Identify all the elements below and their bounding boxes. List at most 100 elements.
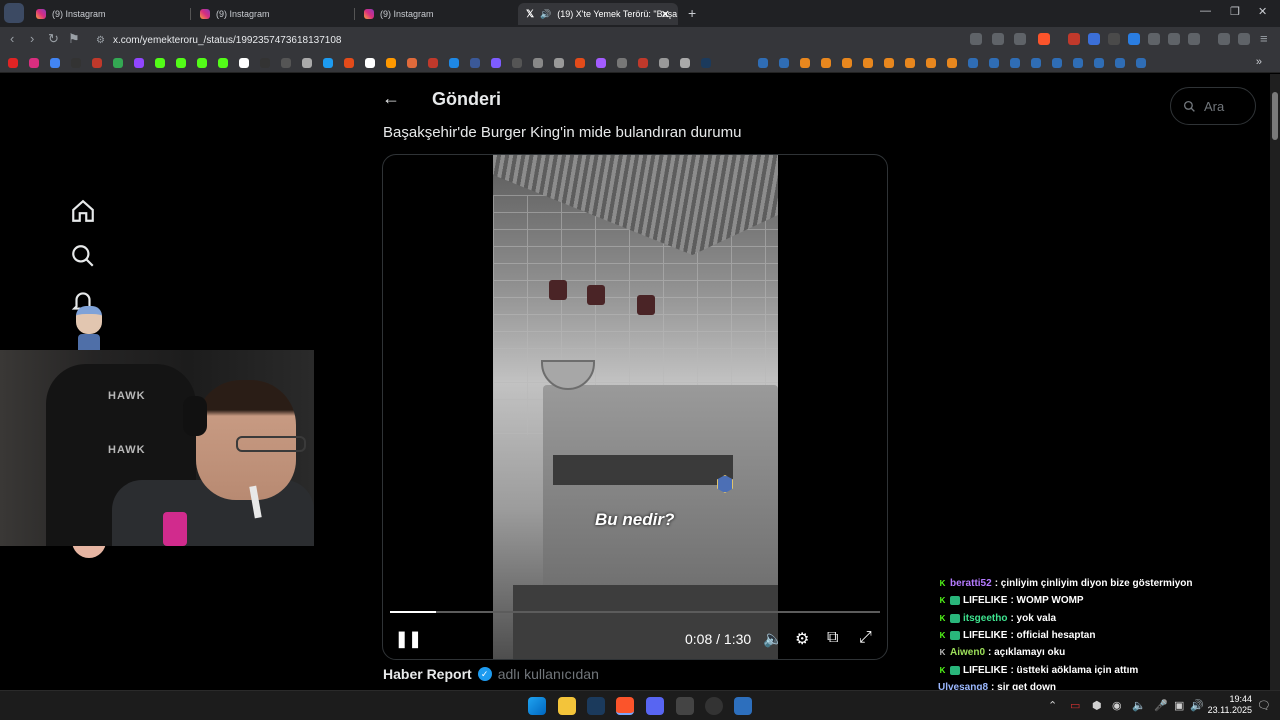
extension-icon[interactable] (1148, 33, 1160, 45)
bookmark-favicon-icon[interactable] (344, 58, 354, 68)
settings-gear-icon[interactable]: ⚙ (795, 629, 809, 649)
bookmark-favicon-icon[interactable] (779, 58, 789, 68)
bookmark-favicon-icon[interactable] (176, 58, 186, 68)
back-icon[interactable]: ‹ (10, 31, 14, 46)
bookmark-favicon-icon[interactable] (596, 58, 606, 68)
tray-app-icon[interactable]: ⬢ (1092, 699, 1102, 712)
bookmark-favicon-icon[interactable] (512, 58, 522, 68)
start-windows-icon[interactable] (528, 697, 546, 715)
bookmark-favicon-icon[interactable] (863, 58, 873, 68)
video-player[interactable]: Bu nedir? ❚❚ 0:08 / 1:30 🔈 ⚙ ⧉ ⤢ (382, 154, 888, 660)
volume-icon[interactable]: 🔈 (763, 629, 783, 649)
discord-icon[interactable] (646, 697, 664, 715)
bookmark-favicon-icon[interactable] (8, 58, 18, 68)
extension-icon[interactable] (1108, 33, 1120, 45)
bookmark-favicon-icon[interactable] (1115, 58, 1125, 68)
bookmark-favicon-icon[interactable] (470, 58, 480, 68)
bookmark-icon[interactable]: ⚑ (68, 31, 80, 47)
close-window-button[interactable]: ✕ (1258, 5, 1267, 18)
speaker-icon[interactable]: 🔊 (540, 9, 551, 20)
bookmark-favicon-icon[interactable] (800, 58, 810, 68)
search-icon[interactable] (70, 243, 96, 269)
bookmark-favicon-icon[interactable] (50, 58, 60, 68)
tray-network-icon[interactable]: ▣ (1174, 699, 1184, 712)
tray-overflow-icon[interactable]: ⌃ (1048, 699, 1057, 712)
extension-icon[interactable] (1088, 33, 1100, 45)
bookmark-favicon-icon[interactable] (134, 58, 144, 68)
tray-steam-icon[interactable]: ◉ (1112, 699, 1122, 712)
zoom-icon[interactable] (992, 33, 1004, 45)
back-arrow-icon[interactable]: ← (382, 88, 400, 109)
site-settings-icon[interactable]: ⚙ (96, 35, 105, 46)
bookmark-favicon-icon[interactable] (1094, 58, 1104, 68)
bookmark-favicon-icon[interactable] (884, 58, 894, 68)
cast-icon[interactable] (970, 33, 982, 45)
bookmark-favicon-icon[interactable] (680, 58, 690, 68)
tray-app-icon[interactable]: ▭ (1070, 699, 1080, 712)
menu-icon[interactable]: ≡ (1260, 31, 1268, 46)
bookmark-favicon-icon[interactable] (758, 58, 768, 68)
bookmark-favicon-icon[interactable] (617, 58, 627, 68)
page-scrollbar[interactable] (1270, 74, 1280, 690)
extension-icon[interactable] (1128, 33, 1140, 45)
bookmark-favicon-icon[interactable] (1010, 58, 1020, 68)
brave-browser-icon[interactable] (616, 697, 634, 715)
scrollbar-thumb[interactable] (1272, 92, 1278, 140)
tab-instagram-1[interactable]: (9) Instagram (28, 3, 188, 25)
brave-shield-icon[interactable] (1038, 33, 1050, 45)
bookmark-favicon-icon[interactable] (197, 58, 207, 68)
restore-button[interactable]: ❐ (1230, 5, 1240, 18)
bookmark-favicon-icon[interactable] (554, 58, 564, 68)
system-clock[interactable]: 19:44 23.11.2025 (1206, 694, 1252, 716)
bookmark-favicon-icon[interactable] (659, 58, 669, 68)
bookmark-favicon-icon[interactable] (323, 58, 333, 68)
bookmark-favicon-icon[interactable] (302, 58, 312, 68)
bookmark-favicon-icon[interactable] (260, 58, 270, 68)
tray-mic-icon[interactable]: 🎤 (1154, 699, 1168, 712)
bookmark-favicon-icon[interactable] (491, 58, 501, 68)
pause-icon[interactable]: ❚❚ (395, 629, 422, 649)
bookmark-favicon-icon[interactable] (428, 58, 438, 68)
bookmark-favicon-icon[interactable] (407, 58, 417, 68)
bookmark-favicon-icon[interactable] (1052, 58, 1062, 68)
bookmark-favicon-icon[interactable] (1031, 58, 1041, 68)
bookmark-favicon-icon[interactable] (821, 58, 831, 68)
bookmark-favicon-icon[interactable] (155, 58, 165, 68)
bookmark-favicon-icon[interactable] (239, 58, 249, 68)
file-explorer-icon[interactable] (558, 697, 576, 715)
bookmark-favicon-icon[interactable] (281, 58, 291, 68)
bookmark-favicon-icon[interactable] (638, 58, 648, 68)
notification-icon[interactable]: 🗨 (1257, 699, 1271, 712)
bookmark-favicon-icon[interactable] (449, 58, 459, 68)
tab-x-post[interactable]: 𝕏 🔊 (19) X'te Yemek Terörü: "Başa ✕ (518, 3, 678, 25)
bookmark-favicon-icon[interactable] (533, 58, 543, 68)
tray-volume-icon[interactable]: 🔈 (1132, 699, 1146, 712)
bookmark-favicon-icon[interactable] (1136, 58, 1146, 68)
bookmark-favicon-icon[interactable] (968, 58, 978, 68)
app-icon[interactable] (734, 697, 752, 715)
reload-icon[interactable]: ↻ (48, 31, 59, 47)
tab-instagram-3[interactable]: (9) Instagram (356, 3, 516, 25)
bookmarks-overflow-icon[interactable]: » (1256, 56, 1262, 68)
extension-icon[interactable] (1068, 33, 1080, 45)
bookmark-favicon-icon[interactable] (701, 58, 711, 68)
new-tab-button[interactable]: + (688, 5, 696, 21)
bookmark-favicon-icon[interactable] (92, 58, 102, 68)
sidebar-icon[interactable] (1188, 33, 1200, 45)
bookmark-favicon-icon[interactable] (365, 58, 375, 68)
author-name[interactable]: Haber Report (383, 666, 472, 682)
bookmark-favicon-icon[interactable] (989, 58, 999, 68)
bookmark-favicon-icon[interactable] (218, 58, 228, 68)
app-icon[interactable] (676, 697, 694, 715)
bookmark-favicon-icon[interactable] (926, 58, 936, 68)
url-field[interactable]: ⚙ x.com/yemekteroru_/status/199235747361… (88, 30, 960, 50)
tab-instagram-2[interactable]: (9) Instagram (192, 3, 352, 25)
bookmark-favicon-icon[interactable] (29, 58, 39, 68)
video-progress-bar[interactable] (390, 611, 880, 613)
pinned-tab[interactable] (4, 3, 24, 23)
downloads-icon[interactable] (1218, 33, 1230, 45)
steam-icon[interactable] (587, 697, 605, 715)
bookmark-favicon-icon[interactable] (71, 58, 81, 68)
minimize-button[interactable]: — (1200, 5, 1211, 17)
bookmark-favicon-icon[interactable] (905, 58, 915, 68)
